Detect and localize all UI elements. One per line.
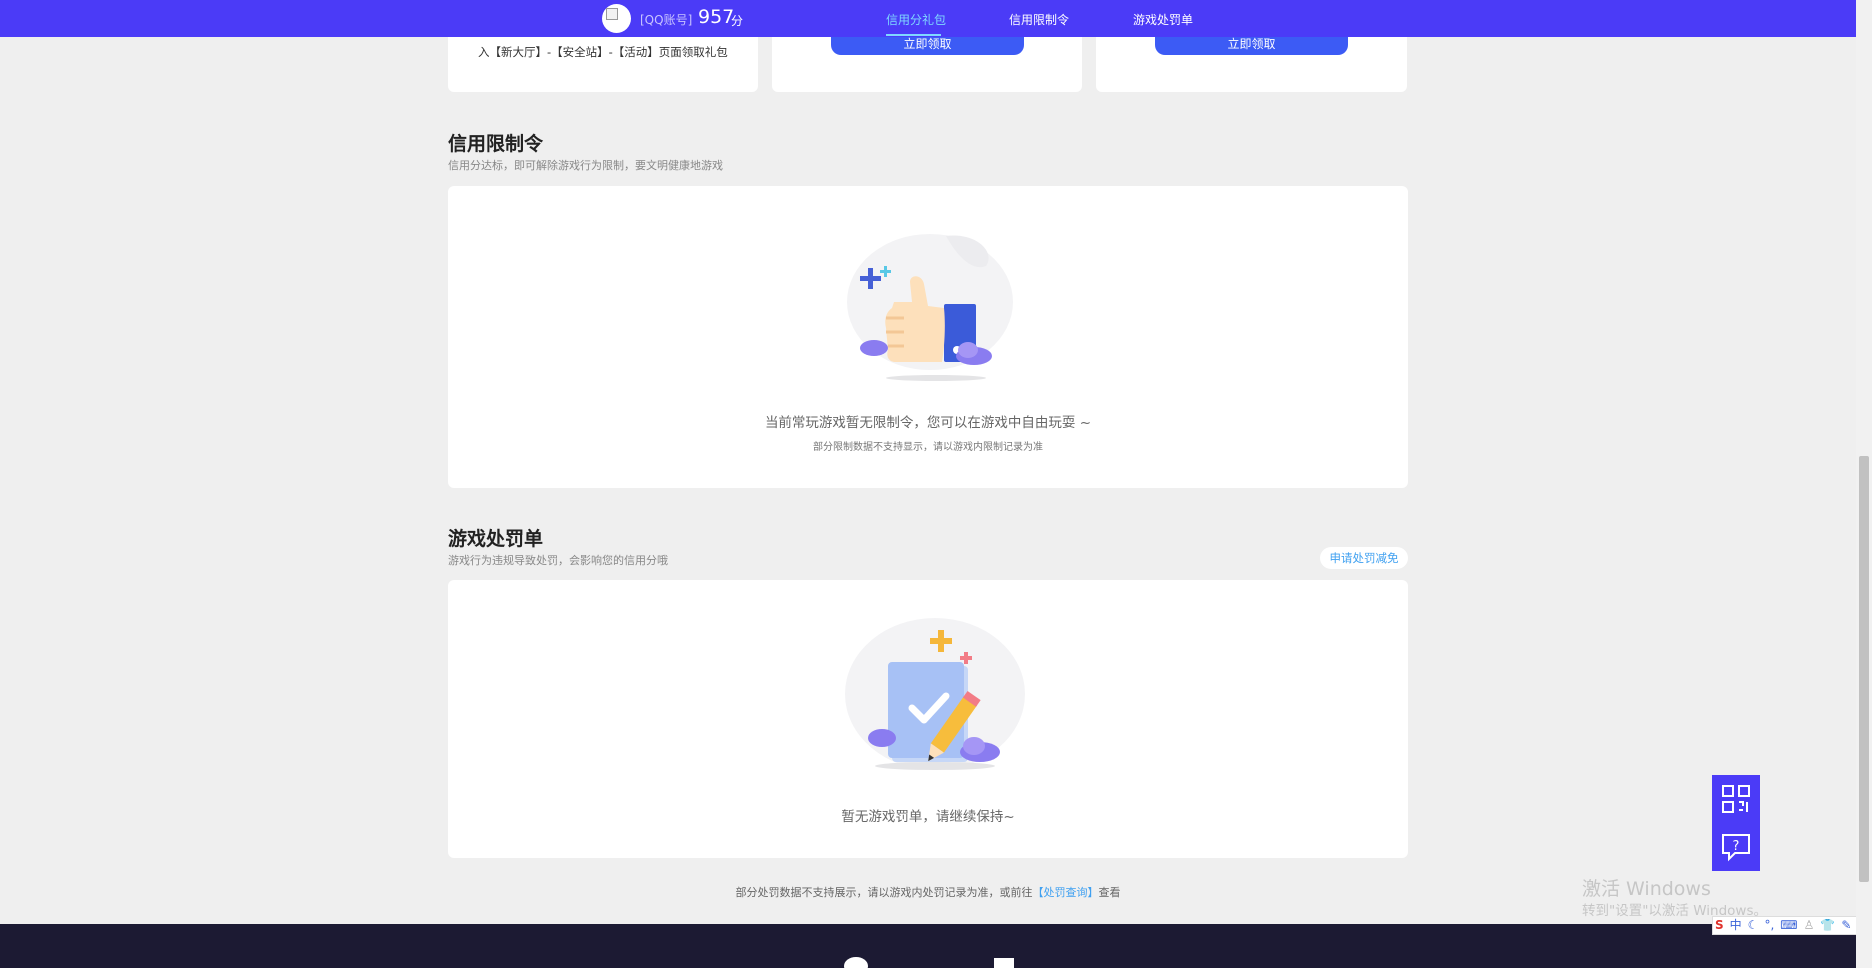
penalty-query-link[interactable]: 【处罚查询】 bbox=[1033, 886, 1099, 899]
skin-icon[interactable]: 👕 bbox=[1820, 917, 1835, 934]
qrcode-float-button[interactable] bbox=[1712, 775, 1760, 823]
top-nav-bar: [QQ账号] 957 分 信用分礼包 信用限制令 游戏处罚单 bbox=[0, 0, 1856, 37]
settings-icon[interactable]: ✎ bbox=[1841, 917, 1851, 934]
restriction-empty-note: 部分限制数据不支持显示，请以游戏内限制记录为准 bbox=[813, 442, 1043, 453]
punctuation-icon[interactable]: °, bbox=[1764, 917, 1774, 934]
section-subtitle-penalty: 游戏行为违规导致处罚，会影响您的信用分哦 bbox=[448, 554, 668, 567]
scrollbar-thumb[interactable] bbox=[1859, 456, 1869, 882]
wechat-icon[interactable] bbox=[842, 956, 874, 968]
appeal-penalty-button[interactable]: 申请处罚减免 bbox=[1320, 547, 1408, 569]
sogou-icon[interactable]: S bbox=[1715, 917, 1724, 934]
credit-score-unit: 分 bbox=[731, 14, 744, 28]
moon-icon[interactable]: ☾ bbox=[1748, 917, 1759, 934]
broken-image-icon bbox=[606, 8, 618, 20]
page-scrollbar[interactable] bbox=[1856, 0, 1872, 968]
penalty-footer-note: 部分处罚数据不支持展示，请以游戏内处罚记录为准，或前往【处罚查询】查看 bbox=[0, 884, 1856, 900]
ime-toolbar[interactable]: S 中 ☾ °, ⌨ ♙ 👕 ✎ bbox=[1712, 916, 1872, 935]
clipboard-pencil-illustration bbox=[845, 618, 1025, 770]
svg-text:?: ? bbox=[1733, 839, 1740, 854]
section-title-restriction: 信用限制令 bbox=[448, 133, 544, 155]
thumbs-up-illustration bbox=[847, 234, 1013, 381]
credit-score: 957 bbox=[698, 6, 735, 28]
section-subtitle-restriction: 信用分达标，即可解除游戏行为限制，要文明健康地游戏 bbox=[448, 159, 723, 172]
question-chat-icon: ? bbox=[1722, 834, 1750, 862]
penalty-empty-message: 暂无游戏罚单，请继续保持~ bbox=[841, 809, 1015, 825]
qq-icon[interactable] bbox=[994, 958, 1014, 968]
page-footer bbox=[0, 924, 1856, 968]
restriction-card: 当前常玩游戏暂无限制令，您可以在游戏中自由玩耍 ~ 部分限制数据不支持显示，请以… bbox=[448, 186, 1408, 488]
restriction-empty-message: 当前常玩游戏暂无限制令，您可以在游戏中自由玩耍 ~ bbox=[764, 415, 1092, 431]
tab-game-penalty[interactable]: 游戏处罚单 bbox=[1133, 11, 1193, 28]
windows-activation-watermark: 激活 Windows bbox=[1582, 878, 1711, 900]
user-icon[interactable]: ♙ bbox=[1804, 917, 1815, 934]
ime-mode[interactable]: 中 bbox=[1730, 917, 1742, 934]
gift-card-1-text: 入【新大厅】-【安全站】-【活动】页面领取礼包 bbox=[478, 45, 728, 59]
penalty-card: 暂无游戏罚单，请继续保持~ bbox=[448, 580, 1408, 858]
active-tab-indicator bbox=[886, 34, 941, 36]
qrcode-icon bbox=[1722, 785, 1750, 813]
section-title-penalty: 游戏处罚单 bbox=[448, 528, 544, 550]
claim-button[interactable]: 立即领取 bbox=[1155, 37, 1348, 55]
footer-note-suffix: 查看 bbox=[1098, 886, 1121, 899]
tab-credit-gift[interactable]: 信用分礼包 bbox=[886, 11, 946, 28]
account-label: [QQ账号] bbox=[640, 13, 693, 27]
footer-note-text: 部分处罚数据不支持展示，请以游戏内处罚记录为准，或前往 bbox=[735, 886, 1033, 899]
avatar[interactable] bbox=[602, 4, 631, 33]
tab-credit-restriction[interactable]: 信用限制令 bbox=[1009, 11, 1069, 28]
keyboard-icon[interactable]: ⌨ bbox=[1780, 917, 1797, 934]
help-float-button[interactable]: ? bbox=[1712, 823, 1760, 871]
claim-button[interactable]: 立即领取 bbox=[831, 37, 1024, 55]
